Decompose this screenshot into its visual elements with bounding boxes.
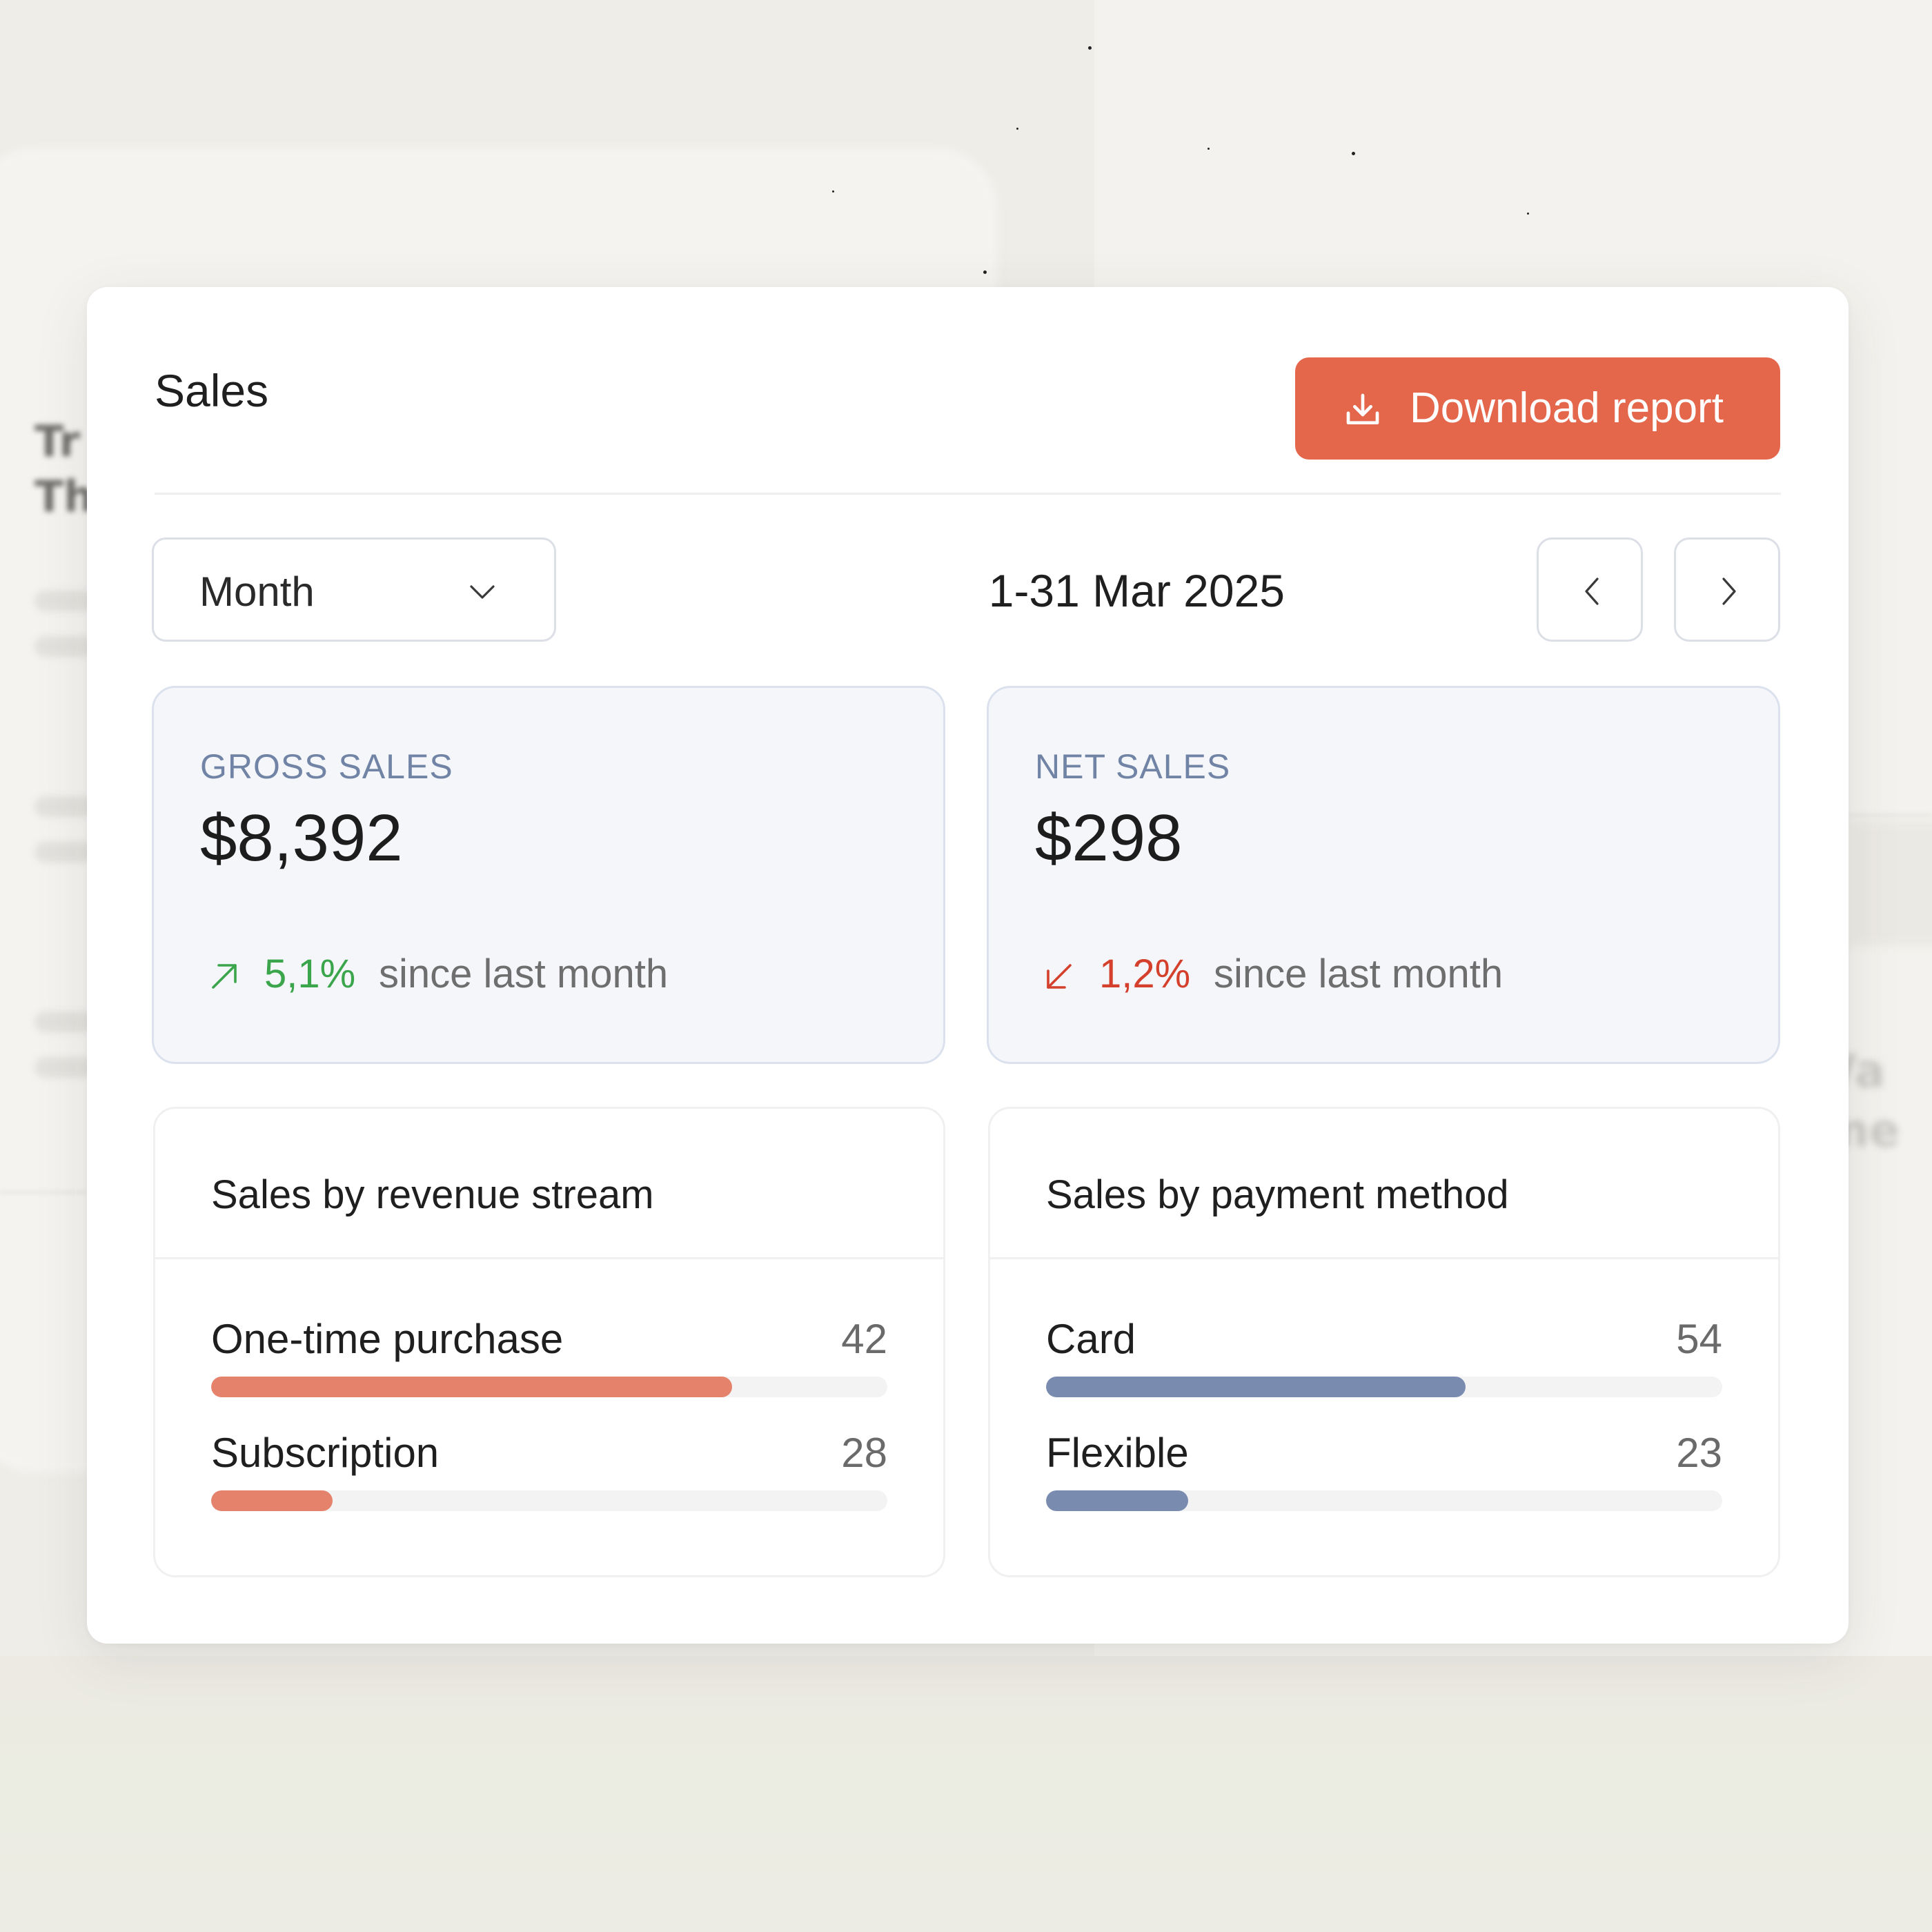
net-sales-card: NET SALES $298 1,2% since last month: [987, 686, 1780, 1064]
panel-divider: [990, 1257, 1778, 1259]
period-select-value: Month: [199, 569, 315, 615]
background-side-panel: [1849, 821, 1932, 945]
previous-period-button[interactable]: [1537, 538, 1643, 642]
background-dot: [1352, 152, 1355, 155]
revenue-stream-title: Sales by revenue stream: [211, 1172, 654, 1217]
revenue-row-label: Subscription: [211, 1430, 440, 1476]
gross-sales-label: GROSS SALES: [200, 747, 453, 786]
progress-fill: [1046, 1377, 1466, 1397]
revenue-row-value: 42: [841, 1316, 887, 1362]
chevron-left-icon: [1585, 578, 1599, 605]
progress-track: [1046, 1377, 1722, 1397]
chevron-right-icon: [1722, 578, 1736, 605]
revenue-row-subscription: Subscription 28: [211, 1428, 887, 1511]
payment-row-label: Card: [1046, 1316, 1136, 1362]
download-report-label: Download report: [1410, 384, 1724, 432]
background-lower-panel: [0, 1656, 1932, 1932]
progress-fill: [211, 1377, 732, 1397]
arrow-down-left-icon: [1047, 964, 1072, 989]
page-title: Sales: [155, 365, 269, 416]
date-range: 1-31 Mar 2025: [988, 565, 1285, 616]
net-sales-label: NET SALES: [1035, 747, 1231, 786]
chevron-down-icon: [470, 585, 495, 599]
period-select[interactable]: Month: [152, 538, 556, 642]
background-divider: [1849, 814, 1932, 817]
gross-sales-value: $8,392: [200, 801, 403, 875]
background-dot: [983, 270, 987, 274]
progress-fill: [1046, 1490, 1188, 1511]
gross-sales-change: 5,1%: [264, 952, 356, 996]
payment-row-card: Card 54: [1046, 1314, 1722, 1397]
background-blurred-heading: Tr Th: [34, 416, 95, 522]
payment-row-value: 23: [1676, 1430, 1722, 1476]
gross-sales-change-text: since last month: [379, 952, 669, 996]
revenue-stream-panel: Sales by revenue stream One-time purchas…: [153, 1107, 945, 1577]
net-sales-change: 1,2%: [1099, 952, 1191, 996]
gross-sales-card: GROSS SALES $8,392 5,1% since last month: [152, 686, 945, 1064]
sales-card: Sales Download report Month 1-31 Mar 202…: [87, 287, 1849, 1644]
panel-divider: [155, 1257, 943, 1259]
payment-row-label: Flexible: [1046, 1430, 1189, 1476]
payment-method-title: Sales by payment method: [1046, 1172, 1509, 1217]
background-dot: [1527, 213, 1529, 215]
progress-fill: [211, 1490, 333, 1511]
net-sales-change-text: since last month: [1214, 952, 1504, 996]
net-sales-value: $298: [1035, 801, 1183, 875]
next-period-button[interactable]: [1674, 538, 1780, 642]
download-report-button[interactable]: Download report: [1295, 357, 1780, 460]
progress-track: [211, 1377, 887, 1397]
background-dot: [1208, 148, 1210, 150]
revenue-row-one-time: One-time purchase 42: [211, 1314, 887, 1397]
payment-method-panel: Sales by payment method Card 54 Flexible…: [988, 1107, 1780, 1577]
background-divider: [0, 1191, 90, 1194]
payment-row-flexible: Flexible 23: [1046, 1428, 1722, 1511]
progress-track: [1046, 1490, 1722, 1511]
arrow-up-right-icon: [212, 964, 237, 989]
header-divider: [155, 493, 1781, 495]
background-dot: [1016, 128, 1018, 130]
background-dot: [832, 190, 834, 193]
revenue-row-label: One-time purchase: [211, 1316, 564, 1362]
revenue-row-value: 28: [841, 1430, 887, 1476]
download-icon: [1346, 393, 1379, 424]
background-dot: [1088, 46, 1092, 50]
progress-track: [211, 1490, 887, 1511]
payment-row-value: 54: [1676, 1316, 1722, 1362]
